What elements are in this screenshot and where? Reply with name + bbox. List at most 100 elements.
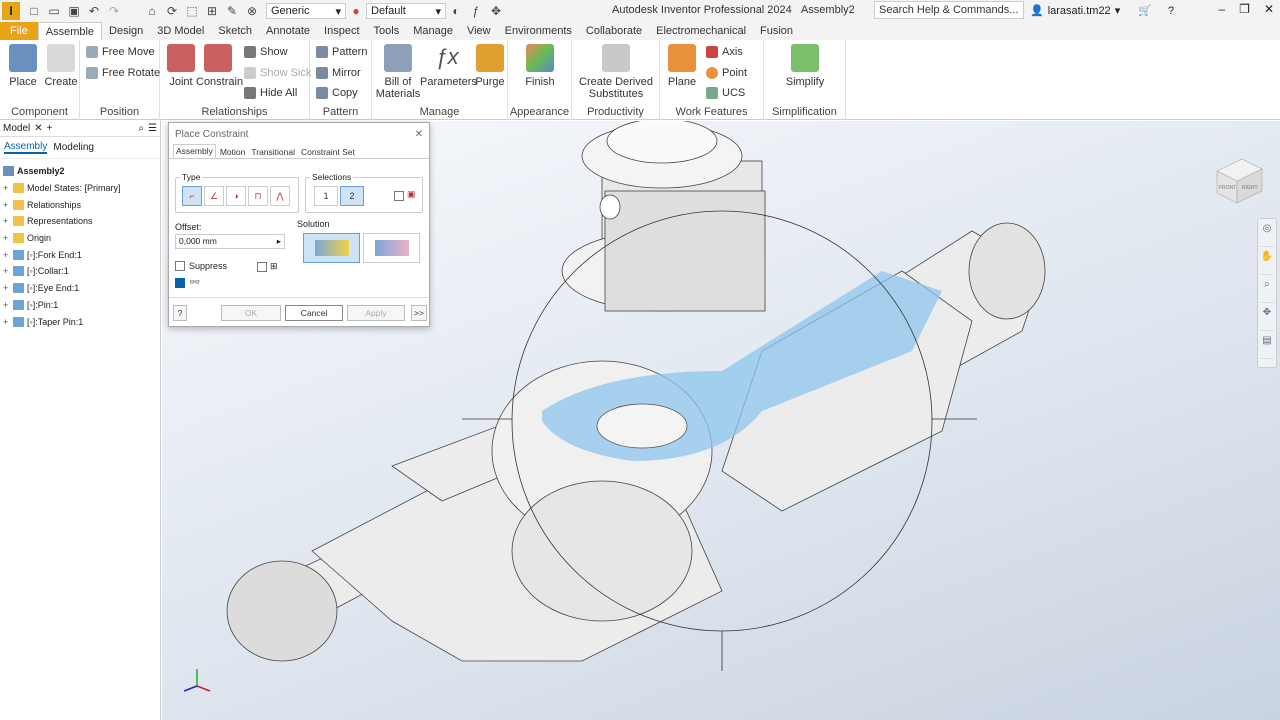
expand-icon[interactable]: + (3, 200, 10, 210)
simplify-button[interactable]: Simplify (780, 44, 830, 88)
inventor-logo[interactable]: I (2, 2, 20, 20)
ribbon-tab-file[interactable]: File (0, 22, 38, 40)
parameters-button[interactable]: ƒx Parameters (420, 44, 477, 88)
angle-constraint-button[interactable]: ∠ (204, 186, 224, 206)
insert-constraint-button[interactable]: ⊓ (248, 186, 268, 206)
dialog-tab-motion[interactable]: Motion (218, 146, 248, 158)
cart-icon[interactable]: 🛒 (1138, 4, 1152, 17)
dialog-tab-transitional[interactable]: Transitional (249, 146, 297, 158)
pan-icon[interactable]: ✋ (1260, 251, 1274, 275)
ribbon-tab-3d-model[interactable]: 3D Model (150, 22, 211, 40)
tree-node[interactable]: + [◦]:Pin:1 (0, 297, 160, 314)
more-button[interactable]: >> (411, 305, 427, 321)
pin-hole[interactable] (596, 403, 688, 449)
zoom-icon[interactable]: ⌕ (1260, 279, 1274, 303)
axis-button[interactable]: Axis (706, 46, 743, 58)
steering-wheel-icon[interactable]: ◎ (1260, 223, 1274, 247)
color-wheel-icon[interactable]: ● (348, 3, 364, 19)
ucs-button[interactable]: UCS (706, 87, 745, 99)
expand-icon[interactable]: + (3, 317, 10, 327)
tab-assembly[interactable]: Assembly (4, 141, 48, 154)
close-icon[interactable]: ✕ (34, 123, 42, 134)
selection-2-button[interactable]: 2 (340, 186, 364, 206)
help-button[interactable]: ? (173, 305, 187, 321)
add-icon[interactable]: + (47, 123, 53, 134)
search-input[interactable]: Search Help & Commands... (874, 1, 1024, 19)
create-button[interactable]: Create (44, 44, 78, 88)
limits-checkbox[interactable] (257, 261, 267, 272)
cancel-button[interactable]: Cancel (285, 305, 343, 321)
tree-node[interactable]: + [◦]:Eye End:1 (0, 280, 160, 297)
close-icon[interactable]: ✕ (1264, 2, 1274, 16)
expand-icon[interactable]: + (3, 266, 10, 276)
close-icon[interactable]: ✕ (415, 129, 423, 140)
orbit-icon[interactable]: ✥ (1260, 307, 1274, 331)
look-at-icon[interactable]: ▤ (1260, 335, 1274, 359)
ribbon-tab-design[interactable]: Design (102, 22, 150, 40)
ribbon-tab-collaborate[interactable]: Collaborate (579, 22, 649, 40)
tangent-constraint-button[interactable]: ◑ (226, 186, 246, 206)
material-dropdown[interactable]: Default ▾ (366, 3, 446, 19)
expand-icon[interactable]: + (3, 250, 10, 260)
color-icon[interactable]: ✎ (224, 3, 240, 19)
expand-icon[interactable]: + (3, 283, 10, 293)
apply-button[interactable]: Apply (347, 305, 405, 321)
show-sick-button[interactable]: Show Sick (244, 67, 311, 79)
plane-button[interactable]: Plane (666, 44, 698, 88)
save-icon[interactable]: ▣ (66, 3, 82, 19)
tree-node[interactable]: + Model States: [Primary] (0, 180, 160, 197)
place-button[interactable]: Place (6, 44, 40, 88)
adjust-icon[interactable]: ◐ (448, 3, 464, 19)
mirror-button[interactable]: Mirror (316, 67, 361, 79)
copy-button[interactable]: Copy (316, 87, 358, 99)
ribbon-tab-inspect[interactable]: Inspect (317, 22, 366, 40)
hide-all-button[interactable]: Hide All (244, 87, 297, 99)
view-cube[interactable]: FRONT RIGHT (1216, 158, 1263, 204)
ribbon-tab-manage[interactable]: Manage (406, 22, 460, 40)
preview-checkbox[interactable] (175, 277, 185, 288)
new-icon[interactable]: □ (26, 3, 42, 19)
help-icon[interactable]: ? (1168, 5, 1174, 17)
tree-root[interactable]: Assembly2 (0, 163, 160, 180)
finish-button[interactable]: Finish (522, 44, 558, 88)
update-icon[interactable]: ⟳ (164, 3, 180, 19)
home-icon[interactable]: ⌂ (144, 3, 160, 19)
measure-icon[interactable]: ⊞ (204, 3, 220, 19)
solution-flush-button[interactable] (363, 233, 420, 263)
purge-button[interactable]: Purge (474, 44, 506, 88)
play-icon[interactable]: ▸ (277, 236, 281, 247)
fx-icon[interactable]: ƒ (468, 3, 484, 19)
ribbon-tab-annotate[interactable]: Annotate (259, 22, 317, 40)
offset-input[interactable]: 0,000 mm ▸ (175, 234, 285, 249)
symmetry-constraint-button[interactable]: ⋀ (270, 186, 290, 206)
restore-icon[interactable]: ❐ (1239, 2, 1250, 16)
pin-part[interactable] (561, 121, 766, 312)
expand-icon[interactable]: + (3, 233, 10, 243)
tree-node[interactable]: + [◦]:Collar:1 (0, 263, 160, 280)
user-account[interactable]: 👤 larasati.tm22 ▾ 🛒? (1030, 4, 1174, 18)
tree-node[interactable]: + Origin (0, 230, 160, 247)
select-icon[interactable]: ⬚ (184, 3, 200, 19)
selection-1-button[interactable]: 1 (314, 186, 338, 206)
clear-icon[interactable]: ⊗ (244, 3, 260, 19)
ribbon-tab-assemble[interactable]: Assemble (37, 22, 103, 40)
expand-icon[interactable]: + (3, 216, 10, 226)
tree-node[interactable]: + [◦]:Fork End:1 (0, 246, 160, 263)
mate-constraint-button[interactable]: ⌐ (182, 186, 202, 206)
ribbon-tab-view[interactable]: View (460, 22, 498, 40)
free-rotate-button[interactable]: Free Rotate (86, 67, 160, 79)
search-icon[interactable]: ⌕ (138, 123, 144, 134)
show-button[interactable]: Show (244, 46, 288, 58)
ribbon-tab-electromechanical[interactable]: Electromechanical (649, 22, 753, 40)
joint-button[interactable]: Joint (164, 44, 198, 88)
ok-button[interactable]: OK (221, 305, 281, 321)
create-derived-substitutes-button[interactable]: Create Derived Substitutes (578, 44, 654, 100)
tab-modeling[interactable]: Modeling (53, 142, 94, 153)
ribbon-tab-fusion[interactable]: Fusion (753, 22, 800, 40)
free-move-button[interactable]: Free Move (86, 46, 155, 58)
ribbon-tab-sketch[interactable]: Sketch (211, 22, 259, 40)
undo-icon[interactable]: ↶ (86, 3, 102, 19)
dialog-tab-constraint-set[interactable]: Constraint Set (299, 146, 357, 158)
bill-of-materials-button[interactable]: Bill of Materials (374, 44, 422, 100)
pattern-button[interactable]: Pattern (316, 46, 367, 58)
